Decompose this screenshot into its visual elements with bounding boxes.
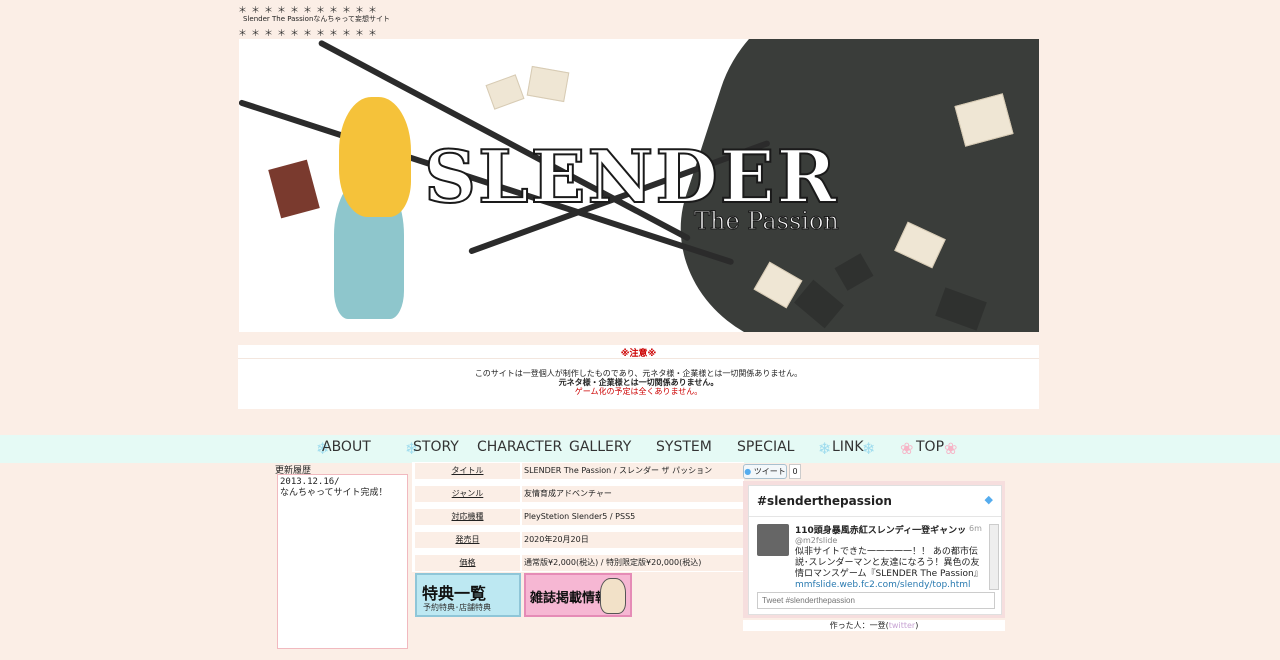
notice-box: ※注意※ このサイトは一登個人が制作したものであり、元ネタ様・企業様とは一切関係… bbox=[238, 345, 1039, 409]
twitter-bird-icon[interactable]: ◆ bbox=[985, 493, 993, 506]
nav-character-label: CHARACTER bbox=[477, 439, 563, 455]
twitter-widget-inner: #slenderthepassion ◆ 110頭身暴風赤紅スレンディ一登ギャン… bbox=[748, 485, 1002, 615]
bonus-list-subtitle: 予約特典･店舗特典 bbox=[423, 603, 491, 612]
magazine-info-title: 雑誌掲載情報 bbox=[530, 591, 609, 606]
magazine-info-banner[interactable]: 雑誌掲載情報 bbox=[524, 573, 632, 617]
game-info-table: タイトル SLENDER The Passion / スレンダー ザ パッション… bbox=[412, 462, 744, 572]
nav-top-label: TOP bbox=[916, 439, 945, 455]
tweet-count: 0 bbox=[789, 464, 801, 479]
tweet-scrollbar[interactable] bbox=[989, 524, 999, 590]
maker-close: ) bbox=[915, 621, 919, 630]
info-key-platform[interactable]: 対応機種 bbox=[415, 509, 520, 525]
tweet-button[interactable]: ● ツイート bbox=[743, 464, 787, 479]
notice-line-3: ゲーム化の予定は全くありません。 bbox=[574, 387, 703, 396]
info-value-price: 通常版¥2,000(税込) / 特別限定版¥20,000(税込) bbox=[522, 555, 744, 571]
info-key-genre[interactable]: ジャンル bbox=[415, 486, 520, 502]
tweet-body: 似非サイトできた一一一一一！！ あの都市伝説･スレンダーマンと友達になろう！異色… bbox=[795, 547, 983, 579]
girl-book bbox=[268, 159, 320, 219]
banner-paper bbox=[526, 65, 570, 103]
main-banner: SLENDER The Passion bbox=[239, 39, 1039, 332]
tweet-author-name[interactable]: 110頭身暴風赤紅スレンディ一登ギャンッ bbox=[795, 523, 966, 536]
snowflake-icon: ❄ bbox=[818, 439, 832, 458]
twitter-hashtag-title[interactable]: #slenderthepassion bbox=[757, 494, 892, 508]
site-maker: 作った人：一登(twitter) bbox=[743, 620, 1005, 631]
nav-character[interactable]: CHARACTER bbox=[477, 439, 562, 455]
header-stars-bottom: ＊＊＊＊＊＊＊＊＊＊＊ bbox=[238, 29, 382, 39]
nav-link[interactable]: ❄ LINK ❄ bbox=[818, 439, 875, 458]
info-value-title: SLENDER The Passion / スレンダー ザ パッション bbox=[522, 463, 744, 479]
table-row: タイトル SLENDER The Passion / スレンダー ザ パッション bbox=[412, 463, 744, 481]
nav-story[interactable]: ❄ STORY bbox=[405, 439, 459, 458]
banner-logo-subtitle: The Passion bbox=[694, 207, 840, 236]
table-row: 価格 通常版¥2,000(税込) / 特別限定版¥20,000(税込) bbox=[412, 555, 744, 573]
nav-special[interactable]: SPECIAL bbox=[737, 439, 794, 455]
girl-hair bbox=[339, 97, 411, 217]
flower-icon: ❀ bbox=[944, 439, 958, 458]
nav-special-label: SPECIAL bbox=[737, 439, 795, 455]
info-key-title[interactable]: タイトル bbox=[415, 463, 520, 479]
bonus-list-title: 特典一覧 bbox=[422, 584, 487, 603]
nav-gallery-label: GALLERY bbox=[569, 439, 632, 455]
tweet-input[interactable] bbox=[757, 592, 995, 609]
table-row: 対応機種 PleyStetion Slender5 / PSS5 bbox=[412, 509, 744, 527]
nav-system[interactable]: SYSTEM bbox=[656, 439, 712, 455]
info-key-price[interactable]: 価格 bbox=[415, 555, 520, 571]
nav-gallery[interactable]: GALLERY bbox=[569, 439, 631, 455]
info-key-release[interactable]: 発売日 bbox=[415, 532, 520, 548]
tweet-link[interactable]: mmfslide.web.fc2.com/slendy/top.html bbox=[795, 580, 983, 591]
info-value-platform: PleyStetion Slender5 / PSS5 bbox=[522, 509, 744, 525]
info-value-genre: 友情育成アドベンチャー bbox=[522, 486, 744, 502]
nav-system-label: SYSTEM bbox=[656, 439, 712, 455]
info-value-release: 2020年20月20日 bbox=[522, 532, 744, 548]
nav-about[interactable]: ❄ ABOUT bbox=[316, 439, 371, 458]
banner-paper bbox=[485, 74, 525, 110]
tweet-timestamp[interactable]: 6m bbox=[969, 524, 982, 533]
tweet-button-label: ツイート bbox=[753, 467, 786, 476]
bonus-list-banner[interactable]: 特典一覧 予約特典･店舗特典 bbox=[415, 573, 521, 617]
site-subtitle: Slender The Passionなんちゃって妄想サイト bbox=[243, 15, 391, 23]
maker-label: 作った人：一登( bbox=[829, 621, 889, 630]
snowflake-icon: ❄ bbox=[862, 439, 876, 458]
flower-icon: ❀ bbox=[900, 439, 914, 458]
update-history-box[interactable]: 2013.12.16/ なんちゃってサイト完成！ bbox=[277, 474, 408, 649]
nav-top[interactable]: ❀ TOP ❀ bbox=[900, 439, 957, 458]
table-row: 発売日 2020年20月20日 bbox=[412, 532, 744, 550]
main-nav: ❄ ABOUT ❄ STORY CHARACTER GALLERY SYSTEM… bbox=[0, 435, 1280, 463]
avatar[interactable] bbox=[757, 524, 789, 556]
notice-title: ※注意※ bbox=[238, 345, 1039, 359]
update-entry-date: 2013.12.16/ bbox=[280, 477, 340, 487]
notice-line-2: 元ネタ様・企業様とは一切関係ありません。 bbox=[558, 378, 719, 387]
tweet-text: 似非サイトできた一一一一一！！ あの都市伝説･スレンダーマンと友達になろう！異色… bbox=[795, 547, 983, 591]
nav-about-label: ABOUT bbox=[322, 439, 371, 455]
character-face-icon bbox=[600, 578, 626, 614]
nav-story-label: STORY bbox=[413, 439, 459, 455]
table-row: ジャンル 友情育成アドベンチャー bbox=[412, 486, 744, 504]
twitter-bird-icon: ● bbox=[744, 467, 752, 476]
update-entry-text: なんちゃってサイト完成！ bbox=[280, 488, 388, 498]
maker-twitter-link[interactable]: twitter bbox=[889, 621, 915, 630]
nav-link-label: LINK bbox=[832, 439, 864, 455]
twitter-widget: #slenderthepassion ◆ 110頭身暴風赤紅スレンディ一登ギャン… bbox=[743, 481, 1005, 618]
divider bbox=[749, 516, 1001, 517]
tweet-author-handle[interactable]: @m2fslide bbox=[795, 536, 837, 545]
notice-line-1: このサイトは一登個人が制作したものであり、元ネタ様・企業様とは一切関係ありません… bbox=[474, 369, 803, 378]
